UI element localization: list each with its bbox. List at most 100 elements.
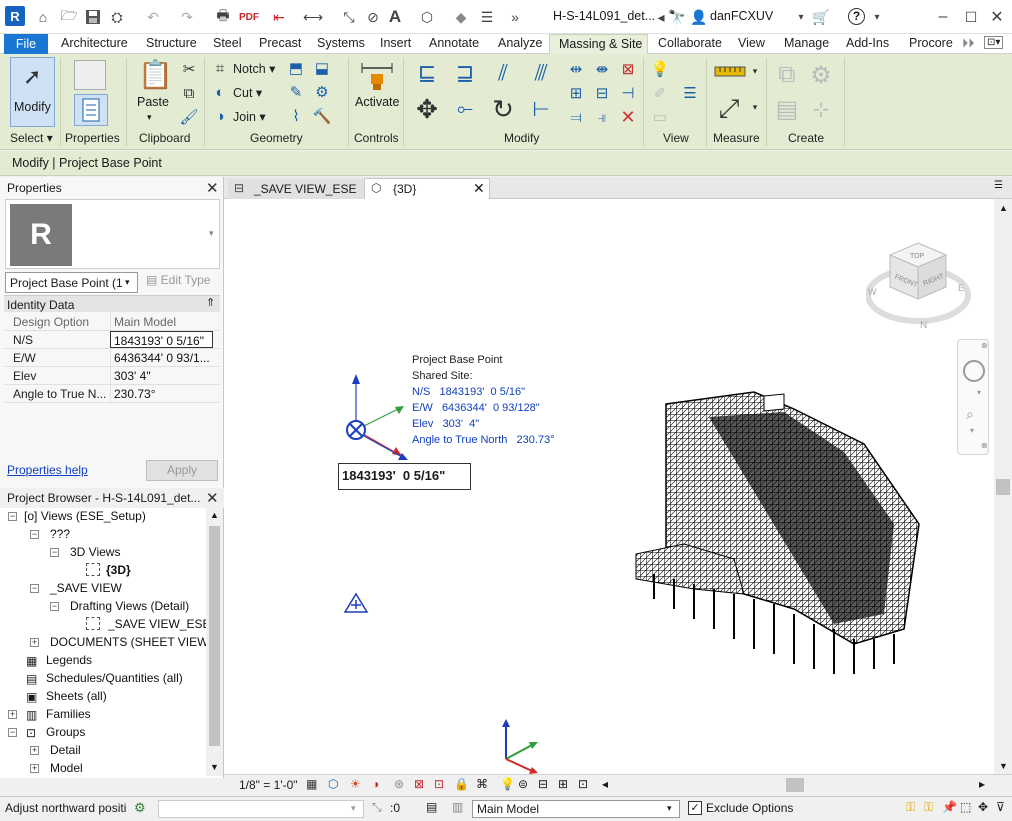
worksharing-icon[interactable]: ⊜ bbox=[518, 777, 528, 791]
clipboard-icon[interactable]: 📋 bbox=[138, 58, 173, 91]
render-icon[interactable]: ⊛ bbox=[394, 777, 404, 791]
minimize-icon[interactable]: – bbox=[934, 8, 952, 26]
tree-item-detail[interactable]: Detail bbox=[50, 743, 81, 757]
sync-icon[interactable]: ⛭ bbox=[108, 8, 126, 26]
type-preview-chevron-icon[interactable]: ▾ bbox=[209, 228, 214, 239]
collapse-icon[interactable]: − bbox=[8, 512, 17, 521]
align-icon[interactable]: ⊑ bbox=[412, 60, 442, 86]
tree-item-unnamed[interactable]: ??? bbox=[50, 527, 70, 541]
tree-item-3d-views[interactable]: 3D Views bbox=[70, 545, 120, 559]
scroll-up-icon[interactable]: ▲ bbox=[999, 203, 1008, 213]
measure-between-icon[interactable] bbox=[714, 64, 748, 83]
binoculars-icon[interactable]: 🔭 bbox=[668, 8, 686, 26]
apply-button[interactable]: Apply bbox=[146, 460, 218, 481]
create-group-icon[interactable]: ▤ bbox=[772, 94, 802, 124]
coordinate-edit-box[interactable]: 1843193' 0 5/16" bbox=[338, 463, 471, 490]
lightbulb-icon[interactable]: 💡 bbox=[650, 60, 670, 78]
notch-icon[interactable]: ⌗ bbox=[211, 59, 229, 77]
scroll-left-icon[interactable]: ◂ bbox=[602, 777, 608, 791]
create-similar-icon[interactable]: ⊹ bbox=[806, 94, 836, 124]
tab-menu-icon[interactable]: ☰ bbox=[994, 180, 1003, 191]
elev-input[interactable]: 303' 4" bbox=[110, 367, 213, 384]
tree-item-save-view-ese[interactable]: _SAVE VIEW_ESE bbox=[108, 617, 211, 631]
drag-elements-icon[interactable]: ✥ bbox=[978, 800, 988, 814]
type-properties-icon[interactable] bbox=[74, 60, 106, 90]
ew-input[interactable]: 6436344' 0 93/1... bbox=[110, 349, 213, 366]
3d-building-model[interactable] bbox=[634, 384, 934, 684]
canvas-vertical-scrollbar[interactable]: ▲ ▼ bbox=[994, 199, 1012, 774]
select-pinned-icon[interactable]: 📌 bbox=[942, 800, 957, 814]
tab-insert[interactable]: Insert bbox=[380, 36, 411, 50]
spot-elevation-icon[interactable]: ⤡ bbox=[340, 8, 358, 26]
close-tab-icon[interactable]: ✕ bbox=[473, 180, 485, 197]
compass-east-label[interactable]: E bbox=[958, 283, 964, 293]
paint-icon[interactable]: ⚙ bbox=[312, 83, 332, 101]
viewcube[interactable]: TOP FRONT RIGHT N E W bbox=[866, 237, 974, 333]
lock-3d-icon[interactable]: 🔒 bbox=[454, 777, 469, 791]
reveal-constraints-icon[interactable]: ⊡ bbox=[578, 777, 588, 791]
ns-input[interactable]: 1843193' 0 5/16" bbox=[110, 331, 213, 348]
properties-button-icon[interactable] bbox=[74, 94, 108, 126]
dimension-icon[interactable]: ⟷ bbox=[303, 8, 323, 26]
tree-item-3d-default[interactable]: {3D} bbox=[106, 563, 131, 577]
copy-icon[interactable]: ⧉ bbox=[180, 84, 198, 102]
dimension-chevron-icon[interactable]: ▾ bbox=[750, 100, 760, 114]
reveal-hidden-icon[interactable]: 💡 bbox=[500, 777, 515, 791]
tab-architecture[interactable]: Architecture bbox=[61, 36, 128, 50]
scroll-up-icon[interactable]: ▲ bbox=[210, 510, 219, 520]
tree-item-legends[interactable]: Legends bbox=[46, 653, 92, 667]
cart-icon[interactable]: 🛒 bbox=[812, 8, 830, 26]
print-icon[interactable]: 🖶 bbox=[214, 7, 232, 26]
scroll-down-icon[interactable]: ▼ bbox=[210, 762, 219, 772]
scroll-down-icon[interactable]: ▼ bbox=[999, 761, 1008, 771]
collapse-section-icon[interactable]: ⇑ bbox=[206, 296, 215, 309]
measure-chevron-icon[interactable]: ▾ bbox=[750, 64, 760, 78]
demolish-icon[interactable]: ⌇ bbox=[286, 107, 306, 125]
zoom-region-icon[interactable]: ⌕ bbox=[966, 406, 974, 423]
select-links-icon[interactable]: ⚿ bbox=[906, 800, 915, 815]
undo-icon[interactable]: ↶ bbox=[144, 8, 162, 26]
match-properties-icon[interactable]: 🖌 bbox=[179, 108, 198, 126]
tab-structure[interactable]: Structure bbox=[146, 36, 197, 50]
tab-systems[interactable]: Systems bbox=[317, 36, 365, 50]
tab-analyze[interactable]: Analyze bbox=[498, 36, 542, 50]
copy-element-icon[interactable]: ⟜ bbox=[450, 94, 480, 124]
navbar-options-icon[interactable]: ⊗ bbox=[981, 441, 988, 450]
join-icon[interactable]: ◑ bbox=[211, 107, 229, 125]
redo-icon[interactable]: ↷ bbox=[178, 8, 196, 26]
open-folder-icon[interactable]: 🗁 bbox=[60, 7, 78, 26]
text-icon[interactable]: A bbox=[386, 7, 404, 26]
expand-icon[interactable]: + bbox=[30, 764, 39, 773]
select-by-face-icon[interactable]: ⬚ bbox=[960, 800, 971, 814]
tree-item-model[interactable]: Model bbox=[50, 761, 83, 775]
view-scale[interactable]: 1/8" = 1'-0" bbox=[239, 778, 298, 792]
trim-multiple-icon[interactable]: ⫤ bbox=[566, 108, 586, 126]
collapse-icon[interactable]: − bbox=[8, 728, 17, 737]
tab-add-ins[interactable]: Add-Ins bbox=[846, 36, 889, 50]
angle-input[interactable]: 230.73° bbox=[110, 385, 213, 402]
wall-joins-icon[interactable]: ⬒ bbox=[286, 59, 306, 77]
rotate-icon[interactable]: ↻ bbox=[488, 94, 518, 124]
cope-icon[interactable]: ⬓ bbox=[312, 59, 332, 77]
close-window-icon[interactable]: ✕ bbox=[988, 8, 1006, 26]
delete-icon[interactable]: ✕ bbox=[618, 107, 638, 127]
type-preview[interactable]: R ▾ bbox=[5, 199, 220, 269]
save-icon[interactable] bbox=[84, 8, 102, 26]
editable-only-icon[interactable]: ⤡ bbox=[372, 800, 382, 815]
shadows-icon[interactable]: ◑ bbox=[372, 777, 379, 791]
zoom-chevron-icon[interactable]: ▾ bbox=[970, 426, 974, 435]
linework-icon[interactable]: ▭ bbox=[650, 108, 670, 126]
steering-wheel-icon[interactable] bbox=[963, 360, 985, 382]
more-tabs-icon[interactable]: ⏵⏵ bbox=[962, 36, 975, 51]
tab-precast[interactable]: Precast bbox=[259, 36, 301, 50]
detail-level-icon[interactable]: ▦ bbox=[306, 777, 317, 791]
tree-item-save-view[interactable]: _SAVE VIEW bbox=[50, 581, 122, 595]
analytical-model-icon[interactable]: ⊟ bbox=[538, 777, 548, 791]
tree-item-families[interactable]: Families bbox=[46, 707, 91, 721]
home-icon[interactable]: ⌂ bbox=[34, 8, 52, 26]
viewcube-top-label[interactable]: TOP bbox=[910, 253, 925, 260]
compass-west-label[interactable]: W bbox=[868, 287, 877, 297]
design-options-icon[interactable]: ▤ bbox=[426, 800, 437, 814]
tree-item-sheets[interactable]: Sheets (all) bbox=[46, 689, 107, 703]
tab-save-view-ese[interactable]: ⊟ _SAVE VIEW_ESE bbox=[228, 179, 364, 199]
